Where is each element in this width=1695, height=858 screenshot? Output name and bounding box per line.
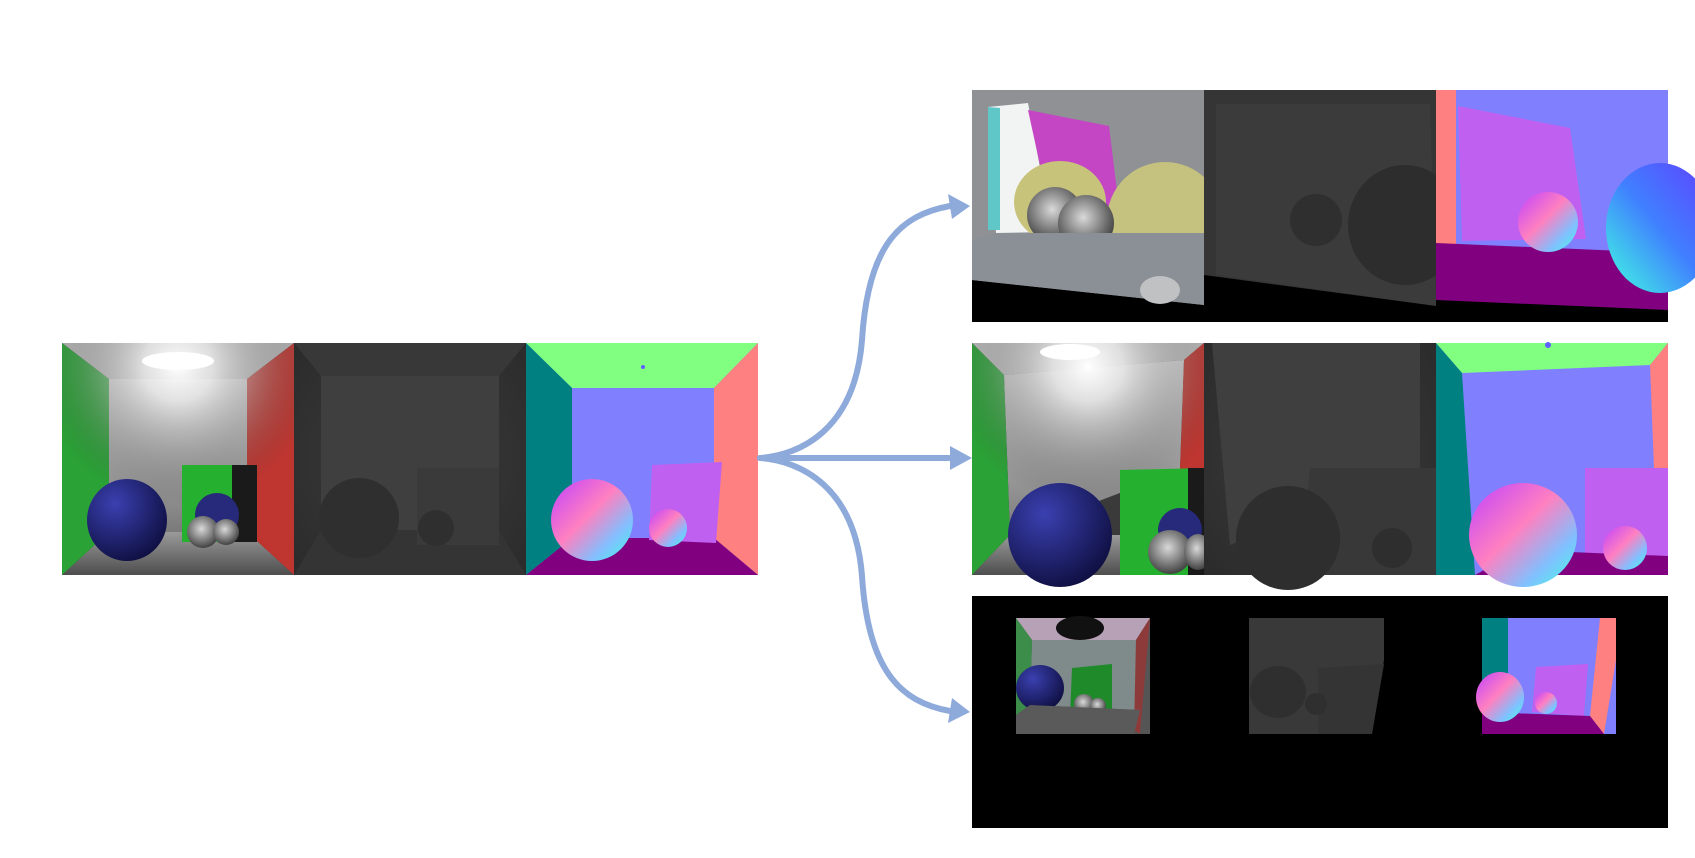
top-depth-panel bbox=[1204, 90, 1462, 322]
pipeline-figure bbox=[62, 90, 1695, 828]
branch-arrows bbox=[757, 194, 972, 723]
top-normal-panel bbox=[1436, 90, 1695, 322]
arrowhead-middle bbox=[950, 446, 972, 470]
bottom-render-panel bbox=[1016, 616, 1150, 734]
bottom-depth-panel bbox=[1249, 618, 1384, 734]
input-depth-panel bbox=[294, 343, 526, 575]
top-render-panel bbox=[972, 90, 1223, 322]
input-strip bbox=[62, 343, 758, 575]
arrow-to-bottom bbox=[757, 455, 953, 714]
middle-render-panel bbox=[972, 343, 1212, 587]
arrowhead-bottom bbox=[948, 698, 970, 723]
output-strip-middle bbox=[972, 342, 1668, 590]
middle-normal-panel bbox=[1436, 342, 1668, 587]
input-normal-panel bbox=[526, 343, 758, 575]
output-strip-top bbox=[972, 90, 1695, 322]
bottom-normal-panel bbox=[1476, 618, 1616, 734]
arrow-to-top bbox=[757, 203, 953, 461]
output-strip-bottom bbox=[972, 596, 1668, 828]
arrowhead-top bbox=[948, 194, 970, 219]
input-render-panel bbox=[62, 343, 294, 575]
middle-depth-panel bbox=[1204, 343, 1436, 590]
